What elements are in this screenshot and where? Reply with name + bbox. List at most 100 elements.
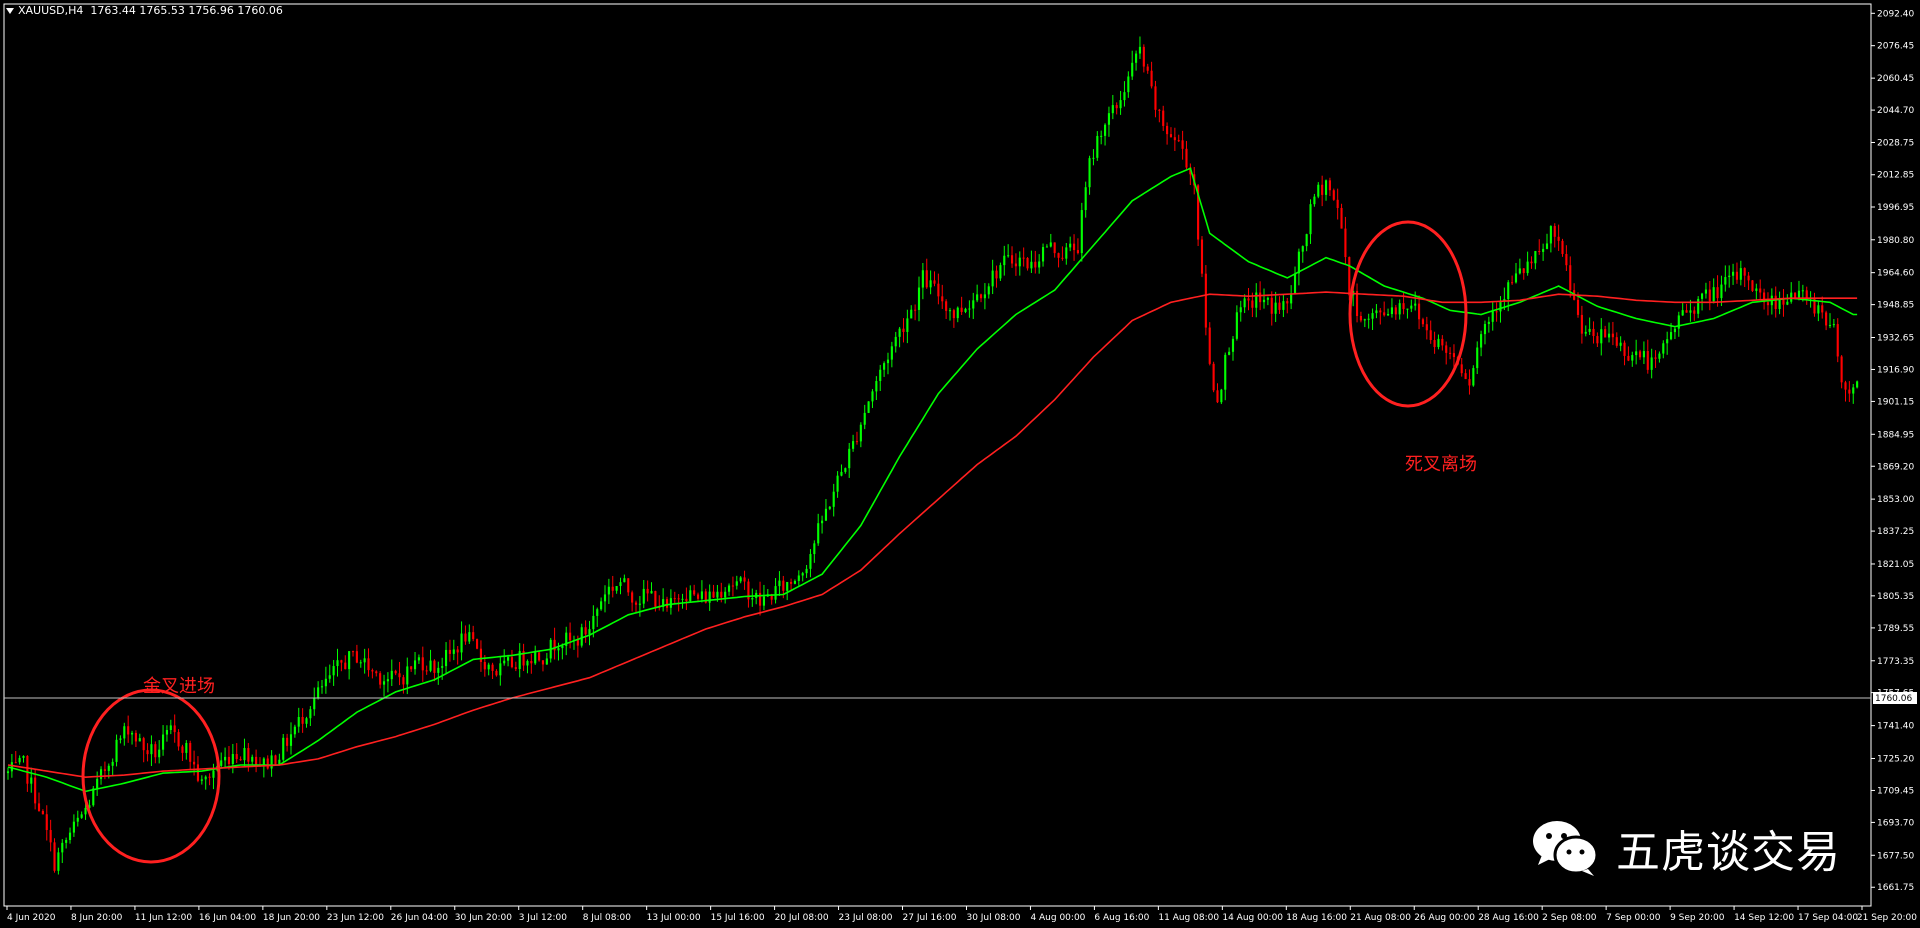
candle [336, 648, 339, 677]
candle [1158, 108, 1161, 123]
chart-window: 金叉进场 死叉离场 2092.40 2076.45 2060.45 2044.70 20… [0, 0, 1920, 928]
candle [127, 715, 130, 743]
candle [1553, 223, 1556, 248]
candle [824, 499, 828, 522]
y-tick-label: 1693.70 [1877, 818, 1914, 828]
candle [1712, 278, 1715, 304]
candle [1096, 131, 1099, 161]
death-cross-label: 死叉离场 [1405, 454, 1477, 475]
candle [390, 659, 393, 687]
candle [863, 404, 866, 430]
candle [1305, 233, 1308, 252]
candle [1483, 320, 1487, 345]
candle [596, 607, 599, 627]
candle [1747, 271, 1750, 291]
candle [1390, 298, 1394, 318]
candle [658, 595, 661, 611]
x-tick-label: 17 Sep 04:00 [1798, 913, 1858, 923]
candle [623, 574, 626, 583]
candles-layer [6, 36, 1859, 875]
candle [693, 584, 696, 596]
candle [1138, 36, 1142, 59]
candle [161, 725, 165, 756]
candle [902, 318, 905, 343]
candle [1247, 288, 1250, 311]
candle [995, 265, 998, 288]
candle [1204, 265, 1207, 336]
candle [456, 646, 459, 665]
candle [615, 585, 618, 594]
candle [1328, 177, 1331, 197]
candle [1460, 358, 1463, 377]
candle [115, 734, 118, 767]
y-tick-label: 2076.45 [1877, 42, 1914, 52]
y-tick-label: 1789.55 [1877, 624, 1914, 634]
candle [1274, 291, 1277, 323]
candle [987, 283, 990, 299]
candle [778, 571, 781, 596]
x-tick-label: 13 Jul 00:00 [647, 913, 701, 923]
x-tick-label: 21 Aug 08:00 [1350, 913, 1411, 923]
candle [1367, 313, 1370, 329]
candle [1495, 302, 1498, 322]
candle [945, 299, 948, 319]
candle [941, 284, 944, 309]
candle [45, 805, 48, 841]
candle [1386, 308, 1390, 317]
candle [1751, 279, 1754, 292]
dropdown-triangle-icon[interactable] [6, 8, 14, 14]
candle [1084, 181, 1087, 218]
candle [1511, 275, 1514, 285]
symbol-name: XAUUSD,H4 [18, 4, 84, 17]
y-tick-label: 2044.70 [1877, 106, 1914, 116]
candle [1406, 308, 1409, 319]
candle [1212, 361, 1215, 393]
candle [549, 637, 552, 663]
candle [1673, 327, 1676, 340]
candle [906, 309, 909, 344]
candle [1166, 122, 1169, 145]
candle [685, 587, 688, 610]
candle [631, 590, 634, 612]
candle [1588, 317, 1591, 335]
candle [817, 513, 820, 546]
candle [421, 646, 424, 682]
candle [142, 736, 145, 763]
y-tick-label: 2092.40 [1877, 9, 1914, 19]
candle [793, 579, 797, 585]
candle [1689, 299, 1692, 322]
candle [898, 326, 901, 348]
y-tick-label: 1901.15 [1877, 397, 1914, 407]
candle [948, 307, 952, 321]
candle [324, 666, 327, 694]
candle [627, 578, 630, 596]
candle [1844, 380, 1847, 402]
candle [669, 589, 672, 615]
candle [619, 577, 622, 595]
candle [1414, 291, 1417, 311]
candle [262, 757, 265, 778]
candle [1561, 238, 1564, 257]
candle [1301, 245, 1304, 263]
candle [983, 283, 986, 310]
x-tick-label: 27 Jul 16:00 [903, 913, 957, 923]
candle [1053, 242, 1056, 258]
candle [80, 811, 83, 819]
candle [410, 665, 413, 672]
candle [1452, 344, 1456, 368]
y-tick-label: 1837.25 [1877, 527, 1914, 537]
candle [1817, 300, 1820, 322]
candle [534, 645, 537, 665]
candle [231, 743, 234, 774]
candle [1534, 250, 1537, 270]
candle [832, 483, 835, 517]
candle [255, 749, 258, 773]
candle [460, 621, 463, 661]
candle [119, 735, 122, 744]
candle [518, 643, 521, 678]
candle [894, 331, 897, 353]
x-tick-label: 26 Aug 00:00 [1414, 913, 1475, 923]
candle [964, 307, 967, 314]
x-tick-label: 9 Sep 20:00 [1670, 913, 1725, 923]
x-tick-label: 23 Jul 08:00 [839, 913, 893, 923]
